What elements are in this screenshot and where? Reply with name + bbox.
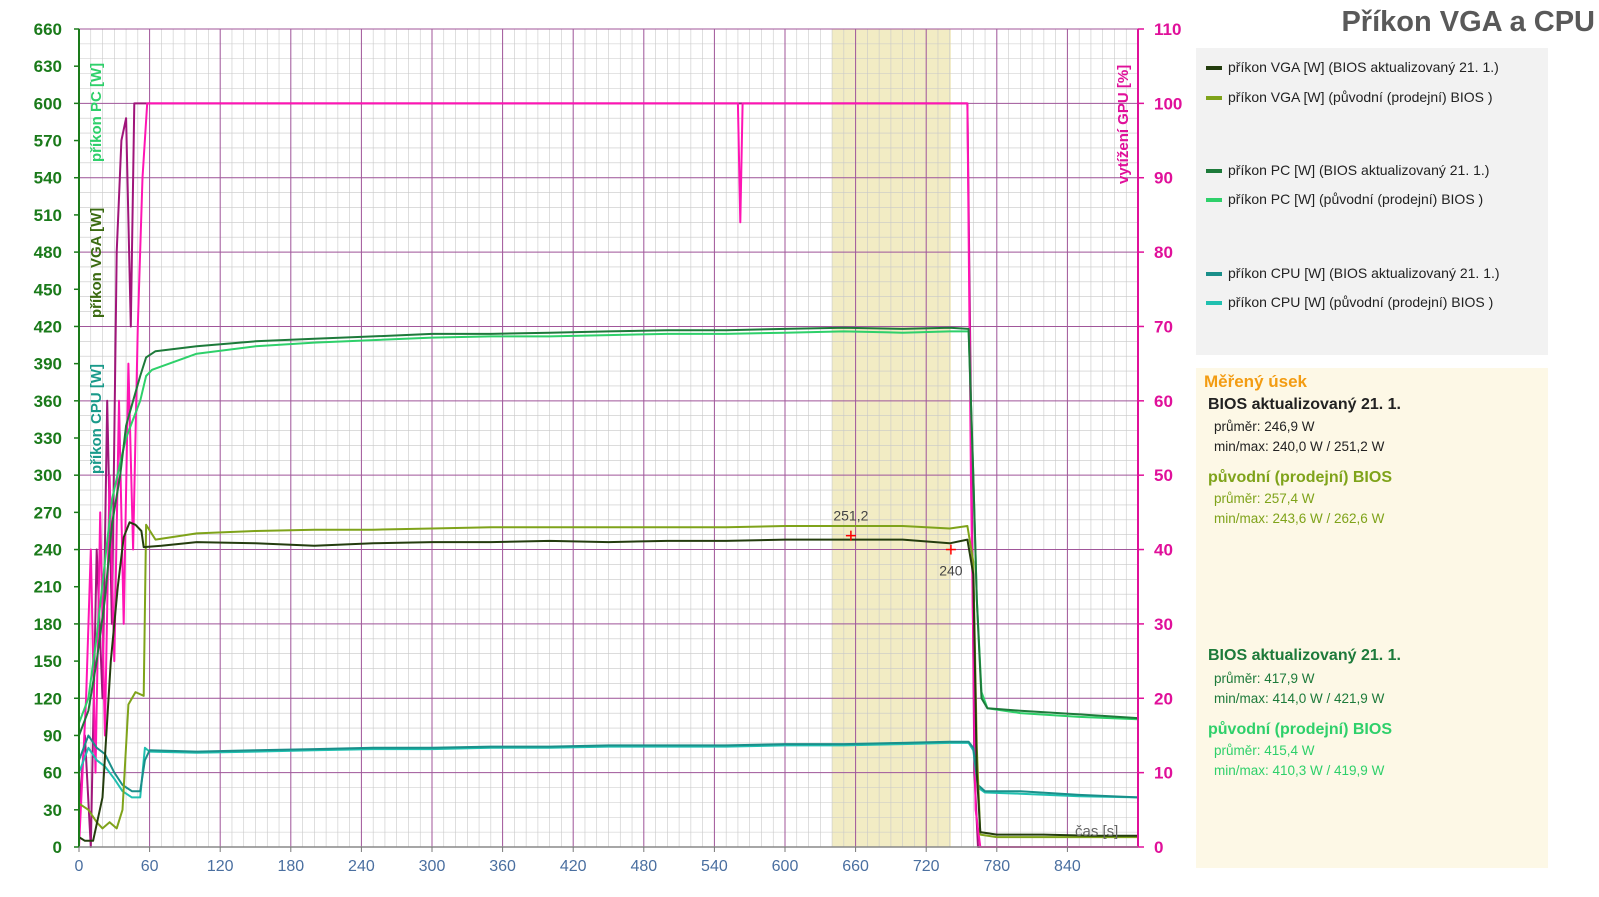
stats-vga-old-title: původní (prodejní) BIOS <box>1208 469 1392 486</box>
y-left-axis-label-cpu: příkon CPU [W] <box>88 364 105 474</box>
legend-swatch <box>1206 272 1222 277</box>
legend-swatch <box>1206 66 1222 71</box>
legend-label: příkon CPU [W] (původní (prodejní) BIOS … <box>1228 294 1494 310</box>
y-left-tick-label: 420 <box>34 317 62 336</box>
legend-item-pc-new: příkon PC [W] (BIOS aktualizovaný 21. 1.… <box>1206 162 1489 178</box>
stats-pc-new-minmax: min/max: 414,0 W / 421,9 W <box>1214 691 1385 706</box>
y-left-tick-label: 480 <box>34 243 62 262</box>
stats-heading: Měřený úsek <box>1204 372 1307 391</box>
y-left-tick-label: 360 <box>34 392 62 411</box>
y-left-tick-label: 150 <box>34 652 62 671</box>
legend-label: příkon PC [W] (původní (prodejní) BIOS ) <box>1228 191 1484 207</box>
legend-swatch <box>1206 169 1222 174</box>
stats-pc-new-avg: průměr: 417,9 W <box>1214 671 1315 686</box>
legend-item-cpu-old: příkon CPU [W] (původní (prodejní) BIOS … <box>1206 294 1493 310</box>
x-axis-label: čas [s] <box>1075 823 1118 840</box>
legend-item-cpu-new: příkon CPU [W] (BIOS aktualizovaný 21. 1… <box>1206 265 1500 281</box>
y-left-tick-label: 30 <box>43 801 62 820</box>
x-tick-label: 60 <box>141 858 159 875</box>
x-tick-label: 660 <box>842 858 869 875</box>
y-right-tick-label: 70 <box>1154 317 1173 336</box>
x-tick-label: 120 <box>207 858 234 875</box>
y-left-tick-label: 600 <box>34 94 62 113</box>
y-left-tick-label: 60 <box>43 764 62 783</box>
stats-vga-old-minmax: min/max: 243,6 W / 262,6 W <box>1214 511 1385 526</box>
legend-label: příkon CPU [W] (BIOS aktualizovaný 21. 1… <box>1228 265 1500 281</box>
x-tick-label: 180 <box>277 858 304 875</box>
measured-section-highlight <box>832 29 951 847</box>
y-right-axis-label: vytížení GPU [%] <box>1115 65 1132 184</box>
stats-vga-old-avg: průměr: 257,4 W <box>1214 491 1315 506</box>
y-left-tick-label: 180 <box>34 615 62 634</box>
y-right-tick-label: 100 <box>1154 94 1182 113</box>
legend-label: příkon VGA [W] (BIOS aktualizovaný 21. 1… <box>1228 59 1499 75</box>
stats-pc-old-title: původní (prodejní) BIOS <box>1208 721 1392 738</box>
y-left-tick-label: 300 <box>34 466 62 485</box>
y-left-tick-label: 90 <box>43 726 62 745</box>
y-right-tick-label: 40 <box>1154 541 1173 560</box>
legend: příkon VGA [W] (BIOS aktualizovaný 21. 1… <box>1196 48 1548 355</box>
y-left-tick-label: 0 <box>53 838 62 857</box>
x-tick-label: 840 <box>1054 858 1081 875</box>
y-right-tick-label: 110 <box>1154 20 1181 39</box>
x-tick-label: 480 <box>630 858 657 875</box>
y-right-tick-label: 0 <box>1154 838 1163 857</box>
x-tick-label: 540 <box>701 858 728 875</box>
stats-vga-new-minmax: min/max: 240,0 W / 251,2 W <box>1214 439 1385 454</box>
annotation-label: 251,2 <box>833 508 868 524</box>
chart-axes <box>74 28 1144 852</box>
stats-pc-old-minmax: min/max: 410,3 W / 419,9 W <box>1214 763 1385 778</box>
stats-pc-new-title: BIOS aktualizovaný 21. 1. <box>1208 647 1401 664</box>
y-right-tick-label: 30 <box>1154 615 1173 634</box>
legend-label: příkon VGA [W] (původní (prodejní) BIOS … <box>1228 89 1493 105</box>
measured-section-band <box>832 29 951 847</box>
chart-grid <box>78 28 1139 848</box>
annotation-label: 240 <box>939 563 963 579</box>
y-right-tick-label: 10 <box>1154 764 1173 783</box>
stats-pc-old-avg: průměr: 415,4 W <box>1214 743 1315 758</box>
y-right-tick-label: 90 <box>1154 169 1173 188</box>
y-left-tick-label: 240 <box>34 541 62 560</box>
x-tick-label: 600 <box>772 858 799 875</box>
x-tick-label: 300 <box>419 858 446 875</box>
chart-title: Příkon VGA a CPU <box>1341 6 1595 38</box>
y-left-tick-label: 570 <box>34 132 62 151</box>
legend-item-pc-old: příkon PC [W] (původní (prodejní) BIOS ) <box>1206 191 1483 207</box>
legend-swatch <box>1206 96 1222 101</box>
y-left-axis-label-pc: příkon PC [W] <box>88 63 105 162</box>
x-tick-label: 720 <box>913 858 940 875</box>
stats-panel: Měřený úsek BIOS aktualizovaný 21. 1. pr… <box>1196 368 1548 868</box>
y-left-tick-label: 540 <box>34 169 62 188</box>
y-right-tick-label: 60 <box>1154 392 1173 411</box>
legend-item-vga-new: příkon VGA [W] (BIOS aktualizovaný 21. 1… <box>1206 59 1499 75</box>
x-tick-label: 240 <box>348 858 375 875</box>
legend-label: příkon PC [W] (BIOS aktualizovaný 21. 1.… <box>1228 162 1490 178</box>
y-right-tick-label: 80 <box>1154 243 1173 262</box>
x-tick-label: 780 <box>983 858 1010 875</box>
y-left-tick-label: 120 <box>34 689 62 708</box>
y-left-axis-label-vga: příkon VGA [W] <box>88 208 105 318</box>
y-left-tick-label: 210 <box>34 578 62 597</box>
y-left-tick-label: 660 <box>34 20 62 39</box>
y-left-tick-label: 270 <box>34 503 62 522</box>
y-left-tick-label: 390 <box>34 355 62 374</box>
y-right-tick-label: 50 <box>1154 466 1173 485</box>
legend-item-vga-old: příkon VGA [W] (původní (prodejní) BIOS … <box>1206 89 1493 105</box>
legend-swatch <box>1206 301 1222 306</box>
y-left-tick-label: 450 <box>34 280 62 299</box>
x-tick-label: 0 <box>75 858 84 875</box>
y-left-tick-label: 510 <box>34 206 62 225</box>
x-tick-label: 360 <box>489 858 516 875</box>
x-tick-label: 420 <box>560 858 587 875</box>
y-left-tick-label: 330 <box>34 429 62 448</box>
stats-vga-new-avg: průměr: 246,9 W <box>1214 419 1315 434</box>
y-left-tick-label: 630 <box>34 57 62 76</box>
legend-swatch <box>1206 198 1222 203</box>
y-right-tick-label: 20 <box>1154 689 1173 708</box>
stats-vga-new-title: BIOS aktualizovaný 21. 1. <box>1208 396 1401 413</box>
